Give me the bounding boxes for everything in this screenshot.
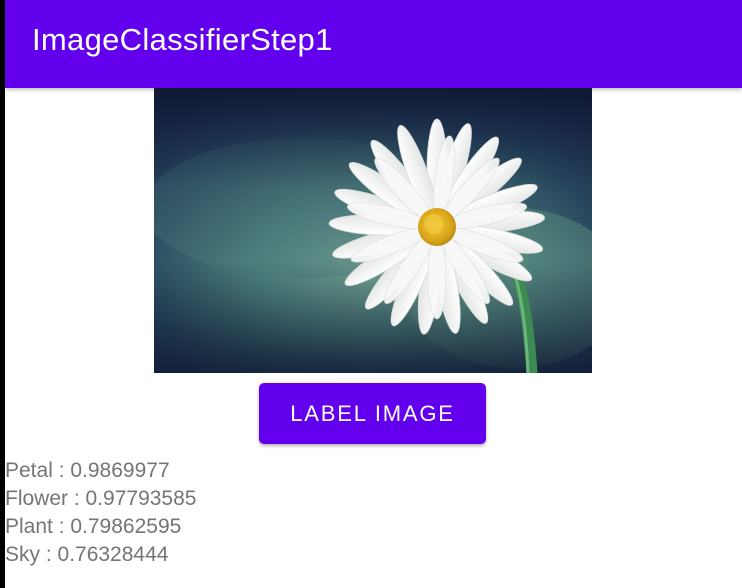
- result-line: Flower : 0.97793585: [5, 487, 197, 510]
- result-line: Plant : 0.79862595: [5, 515, 182, 538]
- image-view: [154, 88, 592, 373]
- label-image-button[interactable]: LABEL IMAGE: [259, 383, 486, 444]
- app-title: ImageClassifierStep1: [32, 22, 333, 57]
- results-list: Petal : 0.9869977 Flower : 0.97793585 Pl…: [5, 457, 196, 569]
- daisy-photo: [154, 88, 592, 373]
- result-line: Sky : 0.76328444: [5, 543, 169, 566]
- result-line: Petal : 0.9869977: [5, 459, 170, 482]
- app-screen: ImageClassifierStep1 LABEL IMAGE Petal:…: [0, 0, 742, 588]
- app-bar: ImageClassifierStep1: [5, 0, 742, 88]
